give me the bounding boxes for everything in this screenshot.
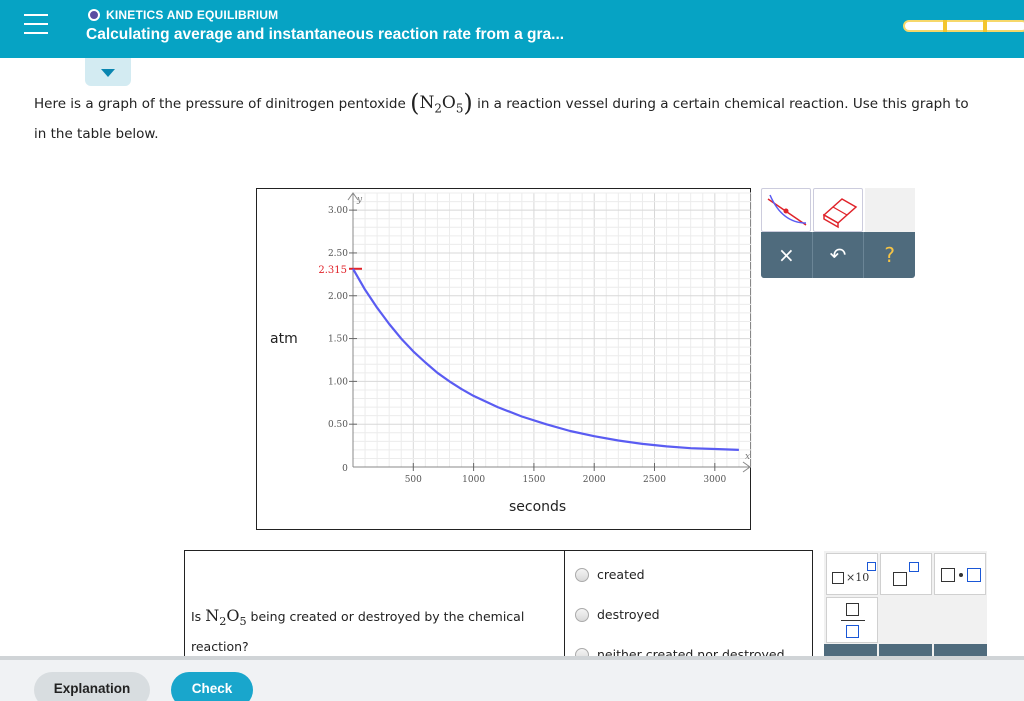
pressure-chart[interactable]: x y 500 1000 1500 2000 2500 3000 0.50 1.00 1.50 2.0…	[257, 189, 752, 531]
placeholder-box-icon	[832, 572, 844, 584]
question-text: Is N2O5 being created or destroyed by th…	[191, 603, 524, 659]
right-box-icon	[967, 568, 981, 582]
y-axis-letter: y	[356, 195, 363, 205]
tool-empty-slot	[865, 188, 915, 232]
clear-button[interactable]: ×	[761, 232, 813, 278]
y-tick-label: 1.50	[328, 335, 348, 345]
progress-fill	[905, 22, 1024, 30]
check-button[interactable]: Check	[171, 672, 253, 701]
formula-element-o: O	[441, 93, 456, 113]
prompt-text-3: in the table below.	[34, 126, 159, 143]
y-tick-label: 2.00	[328, 292, 348, 302]
tangent-line-icon	[767, 194, 807, 226]
paren-right: )	[463, 89, 473, 117]
prompt-formula: N2O5	[419, 93, 463, 116]
page-title: Calculating average and instantaneous re…	[86, 26, 565, 43]
option-label: created	[597, 567, 645, 582]
x-tick-label: 500	[405, 475, 422, 485]
prompt-text-1: Here is a graph of the pressure of dinit…	[34, 96, 406, 112]
top-header: KINETICS AND EQUILIBRIUM Calculating ave…	[0, 0, 1024, 58]
undo-button[interactable]: ↶	[813, 232, 865, 278]
prompt-text-2: in a reaction vessel during a certain ch…	[477, 96, 969, 112]
y-tick-label: 1.00	[328, 377, 348, 387]
question-text-post: being created or destroyed by the chemic…	[250, 609, 525, 624]
math-input-palette: ×10	[824, 551, 987, 661]
scientific-notation-button[interactable]: ×10	[826, 553, 878, 595]
x-tick-label: 1000	[462, 475, 485, 485]
progress-segment-divider	[943, 20, 947, 32]
exponent-box-icon	[867, 562, 876, 571]
y-axis-label: atm	[270, 331, 298, 347]
formula-element-n: N	[205, 606, 220, 625]
radio-button[interactable]	[575, 567, 589, 582]
progress-segment-divider	[983, 20, 987, 32]
formula-element-o: O	[226, 606, 240, 625]
eraser-tool[interactable]	[813, 188, 863, 232]
y-tick-label: 3.00	[328, 206, 348, 216]
question-text-line2: reaction?	[191, 639, 249, 655]
base-box-icon	[893, 572, 907, 586]
question-prompt: Here is a graph of the pressure of dinit…	[34, 90, 1024, 147]
explanation-button[interactable]: Explanation	[34, 672, 150, 701]
y-tick-label: 2.50	[328, 249, 348, 259]
question-cell: Is N2O5 being created or destroyed by th…	[185, 551, 565, 661]
fraction-bar-icon	[841, 620, 865, 621]
graph-tool-palette: × ↶ ?	[761, 188, 915, 278]
superscript-button[interactable]	[880, 553, 932, 595]
denominator-box-icon	[846, 625, 859, 638]
origin-label: 0	[342, 464, 348, 474]
graph-panel[interactable]: x y 500 1000 1500 2000 2500 3000 0.50 1.00 1.50 2.0…	[256, 188, 752, 531]
multiply-dot-button[interactable]	[934, 553, 986, 595]
topic-row: KINETICS AND EQUILIBRIUM	[88, 8, 278, 22]
radio-button[interactable]	[575, 607, 589, 622]
formula-subscript: 5	[239, 615, 247, 629]
topic-label: KINETICS AND EQUILIBRIUM	[106, 8, 279, 22]
fraction-button[interactable]	[826, 597, 878, 643]
dot-icon	[959, 573, 963, 577]
x-tick-label: 2500	[643, 475, 666, 485]
x-tick-label: 3000	[703, 475, 726, 485]
expand-toggle-button[interactable]	[85, 58, 131, 86]
formula-element-n: N	[419, 93, 435, 113]
formula-subscript: 2	[434, 101, 442, 116]
x-tick-label: 2000	[583, 475, 606, 485]
question-formula: N2O5	[205, 606, 247, 629]
x-tick-label: 1500	[522, 475, 545, 485]
option-destroyed[interactable]: destroyed	[575, 607, 660, 622]
eraser-icon	[822, 198, 858, 229]
times-ten-label: ×10	[846, 571, 870, 584]
x-axis-label: seconds	[509, 499, 567, 515]
x-axis-letter: x	[745, 452, 750, 462]
option-created[interactable]: created	[575, 567, 645, 582]
help-button[interactable]: ?	[864, 232, 915, 278]
marked-value-label: 2.315	[318, 265, 347, 276]
footer-bar	[0, 660, 1024, 701]
tangent-line-tool[interactable]	[761, 188, 811, 232]
tool-action-bar: × ↶ ?	[761, 232, 915, 278]
y-tick-label: 0.50	[328, 420, 348, 430]
option-label: destroyed	[597, 607, 660, 622]
caret-down-icon	[101, 69, 115, 77]
numerator-box-icon	[846, 603, 859, 616]
menu-icon[interactable]	[24, 14, 48, 36]
left-box-icon	[941, 568, 955, 582]
exponent-box-icon	[909, 562, 919, 572]
topic-status-icon	[88, 9, 100, 21]
answer-table: Is N2O5 being created or destroyed by th…	[184, 550, 813, 662]
question-text-pre: Is	[191, 609, 202, 624]
progress-bar	[903, 20, 1024, 32]
